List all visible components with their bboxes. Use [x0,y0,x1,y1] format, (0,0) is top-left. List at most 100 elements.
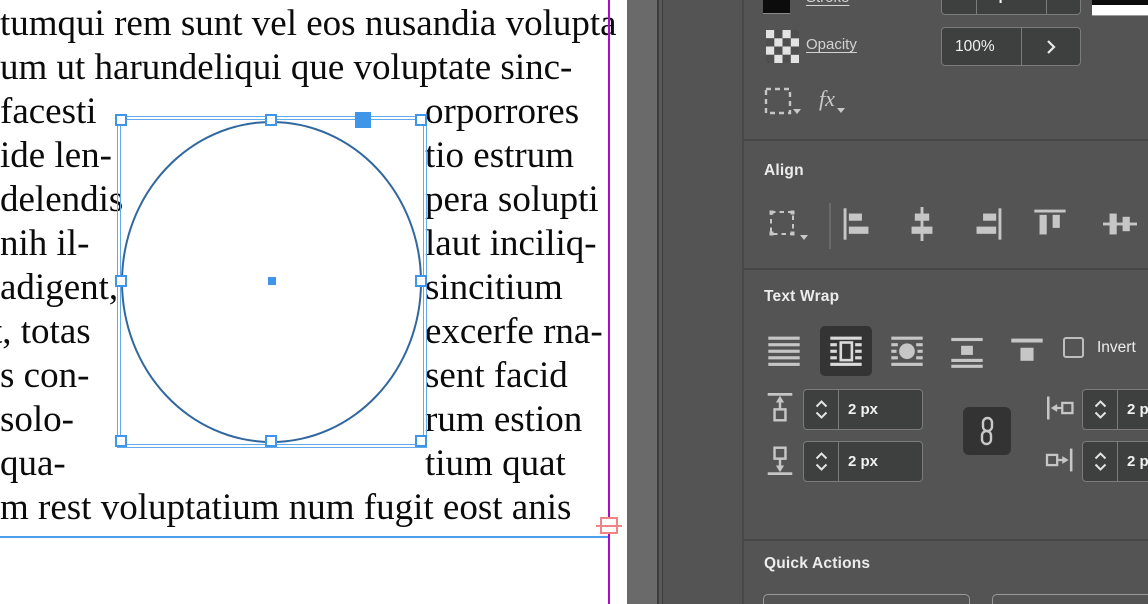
jump-to-next-column-button[interactable] [1008,334,1046,368]
section-divider [743,268,1148,270]
top-offset-stepper[interactable]: 2 px [803,389,923,430]
jump-object-button[interactable] [948,334,986,368]
selection-handle-bottom-center[interactable] [265,435,277,447]
invert-checkbox[interactable] [1063,337,1084,358]
selection-handle-top-center[interactable] [265,114,277,126]
text-line-left: delendis [0,178,123,222]
stepper-chevrons[interactable] [804,442,839,481]
selection-handle-middle-left[interactable] [115,275,127,287]
text-line-right: tio estrum [425,134,574,178]
wrap-bounding-box-button[interactable] [820,326,872,376]
align-to-selector[interactable] [765,206,809,242]
right-offset-stepper[interactable]: 2 px [1082,441,1148,482]
text-line-right: excerfe rna- [425,310,603,354]
chevron-down-icon [1094,463,1107,471]
stepper-chevrons[interactable] [942,0,977,14]
chevron-down-icon [815,411,828,419]
selection-adornment-handle[interactable] [355,112,371,128]
document-page: tumqui rem sunt vel eos nusandia volupta… [0,0,627,604]
quick-action-button[interactable] [992,594,1148,604]
selection-handle-top-left[interactable] [115,114,127,126]
no-text-wrap-button[interactable] [765,334,803,368]
chevron-down-icon [1094,411,1107,419]
app-screen: tumqui rem sunt vel eos nusandia volupta… [0,0,1148,604]
opacity-expand-button[interactable] [1021,28,1080,65]
margin-guide [608,0,610,604]
frame-options-button[interactable] [763,86,803,116]
chevron-up-icon [1094,400,1107,408]
text-wrap-section-title: Text Wrap [764,288,839,306]
stepper-chevrons[interactable] [804,390,839,429]
jump-to-next-column-icon [1008,334,1046,368]
text-line: um ut harundeliqui que voluptate sinc- [0,46,572,90]
stroke-label[interactable]: Stroke [806,0,849,6]
text-line: tumqui rem sunt vel eos nusandia volupta [0,2,617,46]
align-section-title: Align [764,162,804,180]
selection-handle-top-right[interactable] [415,114,427,126]
scrollbar-track[interactable] [627,0,657,604]
align-vertical-center-icon [1103,207,1137,241]
align-horizontal-center-button[interactable] [905,207,939,241]
chevron-up-icon [815,400,828,408]
no-text-wrap-icon [765,334,803,368]
stroke-style-swatch[interactable] [1092,0,1148,16]
selection-handle-bottom-right[interactable] [415,435,427,447]
right-offset-value: 2 px [1127,442,1148,481]
text-line-left: facesti [0,90,97,134]
stepper-chevrons[interactable] [1083,442,1118,481]
properties-panel: Stroke 1 pt [663,0,1148,604]
wrap-object-shape-button[interactable] [888,334,926,368]
text-line-right: rum estion [425,398,582,442]
bottom-offset-value: 2 px [848,442,878,481]
left-offset-stepper[interactable]: 2 px [1082,389,1148,430]
effects-button[interactable]: fx [819,86,843,112]
align-divider [829,203,831,249]
text-line-left: solo- [0,398,74,442]
align-top-button[interactable] [1033,207,1067,241]
text-line-right: sent facid [425,354,568,398]
text-line-right: orporrores [425,90,579,134]
top-offset-value: 2 px [848,390,878,429]
selection-handle-bottom-left[interactable] [115,435,127,447]
appearance-section: Stroke 1 pt [663,0,1148,139]
opacity-label[interactable]: Opacity [806,36,857,53]
wrap-bounding-box-icon [827,334,865,368]
align-right-icon [970,207,1004,241]
quick-action-button[interactable] [763,594,970,604]
chevron-up-icon [1094,452,1107,460]
opacity-field[interactable]: 100% [941,27,1081,66]
stroke-style-preview [1092,0,1148,5]
chain-link-icon [976,416,998,446]
chevron-down-icon [815,463,828,471]
selection-handle-middle-right[interactable] [415,275,427,287]
text-line-left: s con- [0,354,89,398]
text-line-left: adigent, [0,266,118,310]
object-center-point[interactable] [268,277,276,285]
align-left-button[interactable] [841,207,875,241]
text-frame-bottom-edge [0,536,610,538]
opacity-value: 100% [955,28,995,65]
quick-actions-section-title: Quick Actions [764,555,870,573]
stroke-weight-value: 1 pt [986,0,1013,14]
stroke-swatch[interactable] [763,0,790,14]
dropdown-triangle-icon [837,108,845,113]
wrap-object-shape-icon [888,334,926,368]
align-vertical-center-button[interactable] [1103,207,1137,241]
fx-icon: fx [819,86,835,112]
invert-label: Invert [1097,339,1136,357]
stepper-chevrons[interactable] [1083,390,1118,429]
bottom-offset-stepper[interactable]: 2 px [803,441,923,482]
right-offset-icon [1044,446,1078,474]
text-line-left: t, totas [0,310,91,354]
align-horizontal-center-icon [905,207,939,241]
align-right-button[interactable] [970,207,1004,241]
left-offset-value: 2 px [1127,390,1148,429]
opacity-icon [766,30,799,63]
overset-text-port[interactable] [600,517,618,534]
dropdown-triangle-icon [800,235,808,240]
section-divider [743,139,1148,141]
text-line-left: qua- [0,442,66,486]
chevron-right-icon [1046,39,1056,55]
link-offsets-button[interactable] [963,407,1011,455]
stroke-weight-stepper[interactable]: 1 pt [941,0,1081,15]
